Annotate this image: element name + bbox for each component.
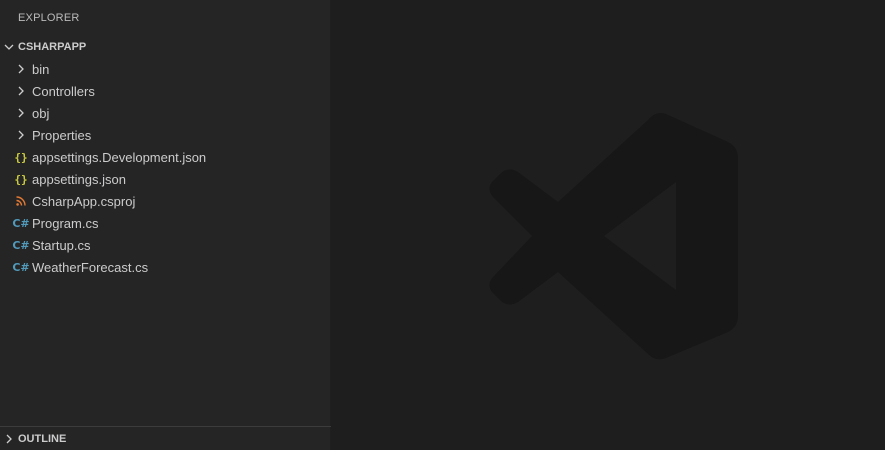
folder-name: CSHARPAPP: [18, 41, 87, 53]
vscode-logo-watermark-icon: [489, 112, 738, 360]
tree-item-label: WeatherForecast.cs: [32, 259, 149, 275]
csharp-icon: C#: [12, 260, 30, 274]
file-tree: bin Controllers obj Properties {} appset…: [0, 58, 331, 278]
tree-item-label: Startup.cs: [32, 237, 91, 253]
tree-item-label: Properties: [32, 127, 92, 143]
tree-item-bin[interactable]: bin: [0, 58, 331, 80]
chevron-right-icon: [14, 85, 28, 97]
folder-header-csharpapp[interactable]: CSHARPAPP: [0, 36, 331, 58]
rss-icon: [14, 196, 28, 206]
chevron-right-icon: [0, 433, 18, 445]
chevron-right-icon: [14, 129, 28, 141]
tree-item-label: CsharpApp.csproj: [32, 193, 136, 209]
tree-item-properties[interactable]: Properties: [0, 124, 331, 146]
explorer-title: EXPLORER: [18, 12, 80, 24]
csharp-icon: C#: [12, 216, 30, 230]
tree-item-obj[interactable]: obj: [0, 102, 331, 124]
explorer-sidebar: EXPLORER CSHARPAPP bin Controllers obj P…: [0, 0, 331, 450]
vscode-window: EXPLORER CSHARPAPP bin Controllers obj P…: [0, 0, 885, 450]
json-icon: {}: [14, 172, 28, 186]
tree-item-label: obj: [32, 105, 50, 121]
chevron-right-icon: [14, 63, 28, 75]
tree-item-label: Program.cs: [32, 215, 99, 231]
tree-item-startup-cs[interactable]: C# Startup.cs: [0, 234, 331, 256]
tree-item-weatherforecast-cs[interactable]: C# WeatherForecast.cs: [0, 256, 331, 278]
tree-item-label: appsettings.Development.json: [32, 149, 207, 165]
chevron-right-icon: [14, 107, 28, 119]
tree-item-label: appsettings.json: [32, 171, 126, 187]
outline-section-header[interactable]: OUTLINE: [0, 426, 331, 450]
tree-item-csharpapp-csproj[interactable]: CsharpApp.csproj: [0, 190, 331, 212]
tree-item-program-cs[interactable]: C# Program.cs: [0, 212, 331, 234]
tree-item-appsettings-development-json[interactable]: {} appsettings.Development.json: [0, 146, 331, 168]
tree-item-appsettings-json[interactable]: {} appsettings.json: [0, 168, 331, 190]
outline-label: OUTLINE: [18, 432, 67, 445]
chevron-down-icon: [0, 41, 18, 53]
tree-item-label: Controllers: [32, 83, 95, 99]
json-icon: {}: [14, 150, 28, 164]
csharp-icon: C#: [12, 238, 30, 252]
tree-item-controllers[interactable]: Controllers: [0, 80, 331, 102]
tree-item-label: bin: [32, 61, 50, 77]
